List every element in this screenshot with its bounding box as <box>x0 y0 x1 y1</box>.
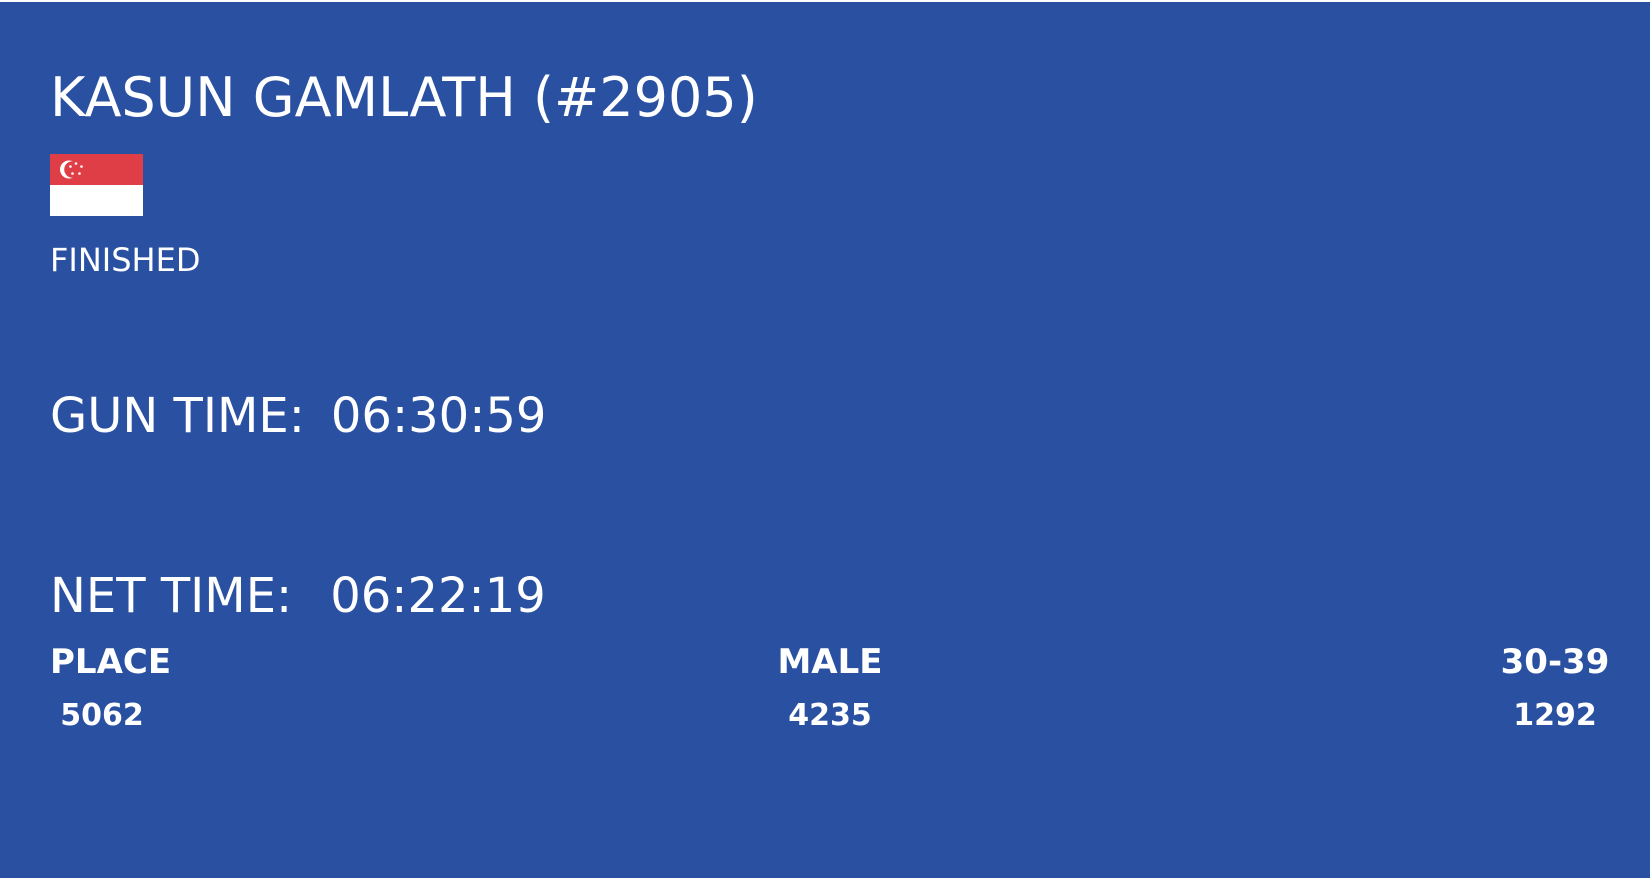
age-group-label: 30-39 <box>1500 642 1610 682</box>
age-group-place-value: 1292 <box>1513 698 1597 733</box>
gender-place-label: MALE <box>777 642 883 682</box>
net-time-row: NET TIME: 06:22:19 <box>50 566 546 626</box>
gun-time-row: GUN TIME: 06:30:59 <box>50 386 546 446</box>
overall-place-column: PLACE 5062 <box>50 642 172 734</box>
overall-place-value: 5062 <box>60 698 144 733</box>
runner-name: KASUN GAMLATH (#2905) <box>50 66 758 129</box>
overall-place-label: PLACE <box>50 642 172 682</box>
singapore-flag-icon <box>50 154 143 216</box>
net-time-label: NET TIME: <box>50 568 293 624</box>
net-time-value: 06:22:19 <box>330 568 546 624</box>
race-status: FINISHED <box>50 241 201 279</box>
age-group-place-column: 30-39 1292 <box>1500 642 1610 734</box>
gun-time-value: 06:30:59 <box>330 388 547 444</box>
gender-place-column: MALE 4235 <box>775 642 885 734</box>
gun-time-label: GUN TIME: <box>50 388 305 444</box>
gender-place-value: 4235 <box>788 698 872 733</box>
result-card: KASUN GAMLATH (#2905) FINISHED GUN TIME:… <box>0 2 1650 878</box>
